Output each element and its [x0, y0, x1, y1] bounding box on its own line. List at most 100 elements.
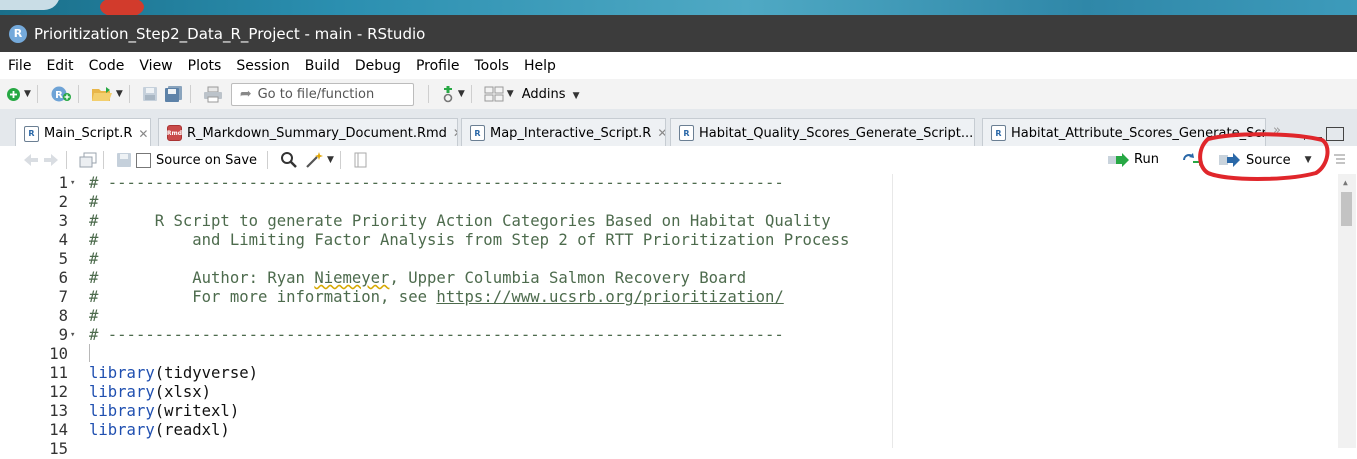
line-number: 1 [58, 174, 68, 192]
code-text: # [89, 250, 99, 268]
tab-habitat-quality[interactable]: R Habitat_Quality_Scores_Generate_Script… [670, 118, 975, 147]
line-number: 5 [58, 250, 68, 268]
line-number: 14 [49, 421, 68, 439]
code-text: # and Limiting Factor Analysis from Step… [89, 231, 850, 249]
fold-arrow-icon[interactable]: ▾ [70, 326, 75, 345]
compile-report-button[interactable] [353, 152, 367, 168]
menu-debug[interactable]: Debug [347, 58, 408, 74]
line-number: 7 [58, 288, 68, 306]
code-text: # For more information, see https://www.… [89, 288, 784, 306]
addins-menu[interactable]: Addins ▼ [522, 87, 580, 102]
source-tab-bar: R Main_Script.R ✕ Rmd R_Markdown_Summary… [0, 109, 1357, 148]
tab-rmarkdown-summary[interactable]: Rmd R_Markdown_Summary_Document.Rmd ✕ [158, 118, 458, 147]
menu-code[interactable]: Code [81, 58, 132, 74]
outline-icon [1334, 154, 1345, 164]
text-cursor [89, 344, 90, 362]
toolbar-divider [128, 85, 130, 103]
r-file-icon: R [679, 125, 694, 141]
search-icon [281, 152, 297, 168]
url-link[interactable]: https://www.ucsrb.org/prioritization/ [436, 288, 783, 306]
document-outline-button[interactable] [1332, 152, 1346, 166]
menu-plots[interactable]: Plots [180, 58, 229, 74]
toolbar-divider [339, 151, 341, 169]
open-file-button[interactable]: ▼ [91, 86, 123, 102]
goto-file-function-input[interactable]: ➦ Go to file/function [230, 82, 414, 106]
tab-label: Habitat_Quality_Scores_Generate_Script..… [699, 125, 974, 141]
tab-map-interactive[interactable]: R Map_Interactive_Script.R ✕ [461, 118, 666, 147]
scrollbar-thumb[interactable] [1341, 192, 1352, 226]
line-number: 15 [49, 440, 68, 458]
code-tools-button[interactable]: ▼ [304, 151, 334, 169]
line-number: 9 [58, 326, 68, 344]
code-text: # Author: Ryan Niemeyer, Upper Columbia … [89, 269, 747, 287]
line-number: 4 [58, 231, 68, 249]
plus-circle-icon [7, 87, 20, 101]
tab-main-script[interactable]: R Main_Script.R ✕ [15, 118, 151, 148]
code-editor[interactable]: 1 ▾ # ------------------------------------… [0, 174, 1357, 458]
source-on-save-checkbox[interactable] [136, 152, 151, 168]
menu-profile[interactable]: Profile [408, 58, 467, 74]
addins-label: Addins [521, 86, 566, 102]
editor-toolbar: Source on Save ▼ Run Source ▼ [0, 146, 1357, 175]
title-bar: R Prioritization_Step2_Data_R_Project - … [0, 15, 1357, 52]
print-button[interactable] [203, 86, 223, 103]
menu-edit[interactable]: Edit [38, 58, 80, 74]
git-branch-icon [443, 86, 453, 103]
close-icon[interactable]: ✕ [138, 127, 148, 141]
toolbar-divider [77, 85, 79, 103]
tab-label: Map_Interactive_Script.R [490, 125, 652, 141]
grid-panes-icon [484, 86, 504, 102]
function-name: library [89, 364, 155, 382]
run-button[interactable]: Run [1107, 152, 1159, 167]
scroll-up-icon[interactable]: ▲ [1343, 178, 1348, 187]
new-project-button[interactable]: R [50, 85, 72, 103]
project-icon: R [51, 86, 71, 102]
code-text: library(xlsx) [89, 383, 211, 402]
chevron-down-icon: ▼ [457, 89, 465, 99]
toolbar-divider [103, 151, 104, 169]
close-icon[interactable]: ✕ [657, 126, 665, 140]
desktop-background [0, 0, 1357, 15]
find-replace-button[interactable] [280, 151, 298, 169]
r-file-icon: R [470, 125, 485, 141]
chevron-down-icon: ▼ [572, 90, 580, 101]
rstudio-logo-icon: R [9, 24, 27, 43]
toolbar-divider [66, 151, 67, 169]
run-label: Run [1134, 152, 1159, 167]
line-number: 8 [58, 307, 68, 325]
menu-view[interactable]: View [131, 58, 179, 74]
save-button[interactable] [142, 86, 158, 102]
chevron-down-icon: ▼ [327, 155, 334, 165]
menu-tools[interactable]: Tools [466, 58, 516, 74]
workspace-panes-button[interactable]: ▼ [484, 86, 514, 102]
version-control-button[interactable]: ▼ [441, 85, 465, 103]
code-text: # --------------------------------------… [89, 326, 784, 344]
menu-build[interactable]: Build [297, 58, 347, 74]
back-forward-buttons[interactable] [22, 153, 60, 167]
menu-session[interactable]: Session [228, 58, 296, 74]
function-argument: (tidyverse) [154, 364, 258, 382]
menu-help[interactable]: Help [516, 58, 563, 74]
show-in-window-button[interactable] [79, 152, 97, 168]
r-file-icon: R [24, 125, 39, 142]
line-number: 12 [49, 383, 68, 401]
toolbar-divider [267, 151, 269, 169]
fold-arrow-icon[interactable]: ▾ [70, 174, 75, 193]
new-file-button[interactable]: ▼ [6, 87, 31, 102]
function-argument: (readxl) [154, 421, 230, 439]
menu-file[interactable]: File [0, 58, 38, 74]
goto-placeholder: Go to file/function [257, 86, 375, 102]
close-icon[interactable]: ✕ [453, 126, 457, 140]
main-toolbar: ▼ R ▼ ➦ Go to file/function ▼ ▼ Addins ▼ [0, 79, 1357, 110]
menu-bar: File Edit Code View Plots Session Build … [0, 52, 1357, 79]
save-icon [117, 153, 131, 167]
editor-save-button[interactable] [116, 152, 132, 168]
code-text: # [89, 193, 99, 211]
toolbar-divider [470, 85, 472, 103]
save-all-button[interactable] [164, 85, 184, 103]
tab-label: Main_Script.R [44, 126, 133, 141]
function-name: library [89, 383, 155, 401]
run-arrow-icon [1108, 152, 1129, 167]
tab-label: R_Markdown_Summary_Document.Rmd [187, 125, 447, 141]
toolbar-divider [36, 85, 38, 103]
